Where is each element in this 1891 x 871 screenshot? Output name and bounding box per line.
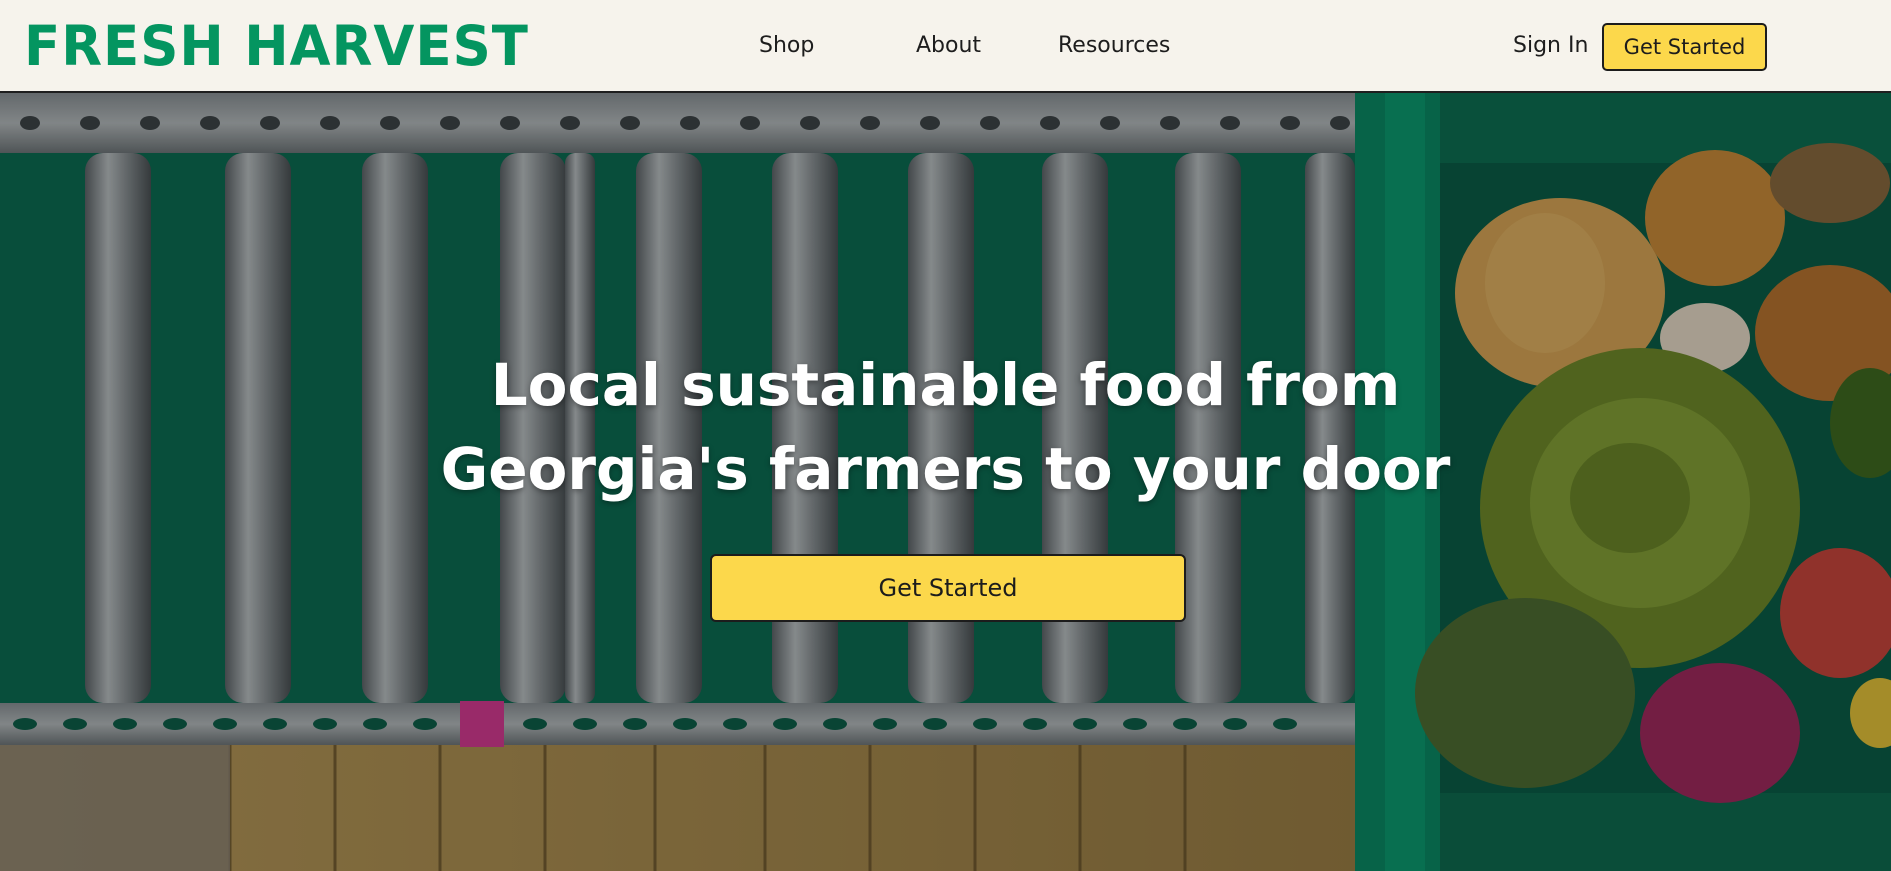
hero-headline: Local sustainable food from Georgia's fa… [0, 343, 1891, 511]
hero-headline-line-2: Georgia's farmers to your door [440, 435, 1451, 503]
get-started-nav-button[interactable]: Get Started [1602, 23, 1767, 71]
primary-nav: Shop About Resources Sign In Get Started [0, 0, 1891, 93]
hero-section: Local sustainable food from Georgia's fa… [0, 93, 1891, 871]
nav-link-about[interactable]: About [916, 33, 981, 58]
get-started-hero-button[interactable]: Get Started [710, 554, 1186, 622]
nav-link-shop[interactable]: Shop [759, 33, 814, 58]
top-navbar: FRESH HARVEST Shop About Resources Sign … [0, 0, 1891, 93]
hero-headline-line-1: Local sustainable food from [490, 351, 1401, 419]
nav-link-resources[interactable]: Resources [1058, 33, 1170, 58]
sign-in-link[interactable]: Sign In [1513, 33, 1588, 58]
